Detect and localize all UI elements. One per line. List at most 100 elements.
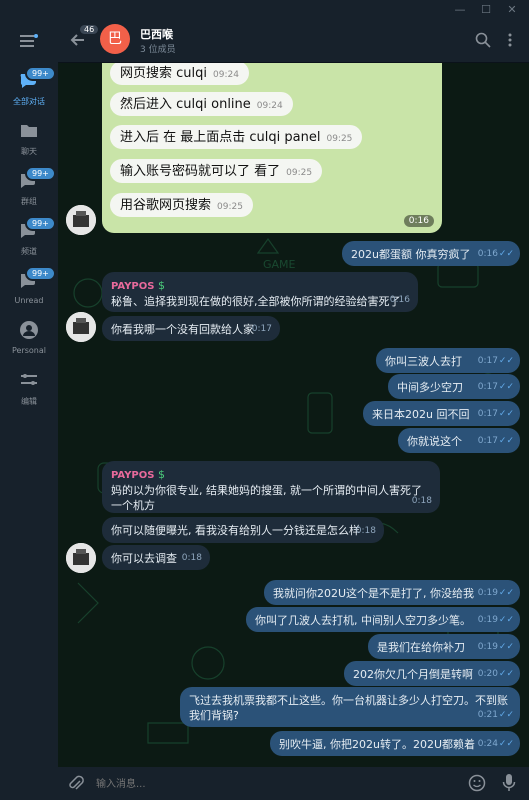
message-input[interactable] (94, 774, 458, 794)
message-text: 你就说这个 (407, 435, 462, 448)
read-check-icon: ✓✓ (498, 588, 514, 598)
message-text: 飞过去我机票我都不止这些。你一台机器让多少人打空刀。不到账我们背锅? (189, 694, 508, 722)
sidebar-item-edit[interactable]: 编辑 (0, 366, 58, 414)
sidebar-item-label: Personal (11, 346, 46, 355)
edit-icon (19, 370, 39, 390)
maximize-button[interactable]: ☐ (476, 2, 496, 18)
message-outgoing[interactable]: 202你欠几个月倒是转啊 0:20 ✓✓ (344, 661, 520, 686)
page-title[interactable]: 巴西喉 (140, 26, 173, 42)
avatar[interactable] (66, 543, 96, 573)
message-outgoing[interactable]: 你就说这个 0:17 ✓✓ (398, 428, 520, 453)
message-incoming[interactable]: PAYPOS $ 秘鲁、追择我到现在做的很好,全部被你所谓的经验给害死了 0:1… (102, 272, 418, 312)
message-time: 0:18 (355, 526, 376, 536)
message-text: 别吹牛逼, 你把202u转了。202U都赖着 (279, 738, 476, 751)
image-text-line: 网页搜索 culqi 09:24 (110, 63, 249, 85)
message-time: 0:19 (477, 642, 498, 652)
menu-icon[interactable] (20, 34, 38, 48)
message-text: 我就问你202U这个是不是打了, 你没给我 (273, 587, 475, 600)
avatar[interactable]: 巴 (100, 24, 130, 54)
message-text: 你叫了几波人去打机, 中间别人空刀多少笔。 (255, 614, 471, 627)
message-outgoing[interactable]: 中间多少空刀 0:17 ✓✓ (388, 374, 520, 399)
attach-icon[interactable] (68, 775, 84, 793)
message-sender[interactable]: PAYPOS (111, 470, 154, 481)
message-text: 你看我哪一个没有回款给人家 (111, 323, 254, 336)
folder-icon (19, 120, 39, 140)
back-icon[interactable] (70, 32, 86, 48)
message-time: 0:20 (477, 669, 498, 679)
sidebar-item-channels[interactable]: 99+ 频道 (0, 216, 58, 264)
sidebar-item-personal[interactable]: Personal (0, 316, 58, 364)
sidebar-item-label: 编辑 (21, 397, 37, 406)
message-text: 妈的以为你很专业, 结果她妈的搜蛋, 就一个所谓的中间人害死了一个机方 (111, 484, 422, 512)
message-time: 0:17 (477, 356, 498, 366)
message-incoming[interactable]: 你可以去调查 0:18 (102, 545, 210, 570)
unread-badge: 99+ (25, 216, 56, 231)
read-check-icon: ✓✓ (498, 409, 514, 419)
image-text-line: 用谷歌网页搜索 09:25 (110, 193, 253, 217)
read-check-icon: ✓✓ (498, 436, 514, 446)
sidebar-item-groups[interactable]: 99+ 群组 (0, 166, 58, 214)
message-text: 秘鲁、追择我到现在做的很好,全部被你所谓的经验给害死了 (111, 295, 401, 308)
message-sender[interactable]: PAYPOS (111, 281, 154, 292)
sidebar: 99+ 全部对话 聊天 99+ 群组 99+ 频道 99+ Unread Per… (0, 20, 58, 800)
message-input-bar (58, 767, 529, 800)
unread-badge: 99+ (25, 66, 56, 81)
more-icon[interactable] (506, 32, 514, 48)
message-outgoing[interactable]: 202u都蛋额 你真穷疯了 0:16 ✓✓ (342, 241, 520, 266)
sidebar-item-label: 聊天 (21, 147, 37, 156)
sidebar-item-label: 全部对话 (13, 97, 45, 106)
message-outgoing[interactable]: 是我们在给你补刀 0:19 ✓✓ (368, 634, 520, 659)
message-time: 0:17 (477, 382, 498, 392)
message-outgoing[interactable]: 来日本202u 回不回 0:17 ✓✓ (363, 401, 520, 426)
message-time: 0:17 (251, 324, 272, 334)
message-incoming[interactable]: 你可以随便曝光, 看我没有给别人一分钱还是怎么样 0:18 (102, 517, 384, 543)
read-check-icon: ✓✓ (498, 669, 514, 679)
emoji-icon[interactable] (468, 774, 486, 792)
close-button[interactable]: ✕ (502, 2, 522, 18)
message-text: 中间多少空刀 (397, 381, 463, 394)
message-outgoing[interactable]: 你叫三波人去打 0:17 ✓✓ (376, 348, 520, 373)
message-text: 你可以去调查 (111, 552, 177, 565)
message-outgoing[interactable]: 别吹牛逼, 你把202u转了。202U都赖着 0:24 ✓✓ (270, 731, 520, 756)
unread-badge: 99+ (25, 266, 56, 281)
image-text-line: 进入后 在 最上面点击 culqi panel 09:25 (110, 125, 363, 149)
read-check-icon: ✓✓ (498, 615, 514, 625)
microphone-icon[interactable] (502, 773, 516, 793)
read-check-icon: ✓✓ (498, 356, 514, 366)
sidebar-item-unread[interactable]: 99+ Unread (0, 266, 58, 314)
message-outgoing[interactable]: 你叫了几波人去打机, 中间别人空刀多少笔。 0:19 ✓✓ (246, 607, 520, 632)
message-time: 0:16 (389, 295, 410, 305)
read-check-icon: ✓✓ (498, 710, 514, 720)
message-outgoing[interactable]: 飞过去我机票我都不止这些。你一台机器让多少人打空刀。不到账我们背锅? 0:21 ✓… (180, 687, 520, 727)
message-time: 0:17 (477, 436, 498, 446)
message-incoming[interactable]: 你看我哪一个没有回款给人家 0:17 (102, 316, 280, 341)
sidebar-item-chats[interactable]: 聊天 (0, 116, 58, 164)
message-text: 是我们在给你补刀 (377, 641, 465, 654)
sidebar-item-label: Unread (14, 296, 44, 305)
message-time: 0:21 (477, 710, 498, 720)
message-time: 0:19 (477, 615, 498, 625)
image-message[interactable]: 网页搜索 culqi 09:24 然后进入 culqi online 09:24 进… (102, 63, 442, 233)
title-bar: — ☐ ✕ (0, 0, 529, 20)
minimize-button[interactable]: — (450, 2, 470, 18)
unread-badge: 99+ (25, 166, 56, 181)
message-time: 0:19 (477, 588, 498, 598)
image-text-line: 然后进入 culqi online 09:24 (110, 92, 293, 116)
read-check-icon: ✓✓ (498, 642, 514, 652)
chat-area[interactable]: GAME 网页搜索 culqi 09:24 然后进入 culqi online 09… (58, 63, 529, 767)
message-text: 来日本202u 回不回 (372, 408, 470, 421)
message-outgoing[interactable]: 我就问你202U这个是不是打了, 你没给我 0:19 ✓✓ (264, 580, 520, 605)
avatar[interactable] (66, 312, 96, 342)
message-text: 你叫三波人去打 (385, 355, 462, 368)
read-check-icon: ✓✓ (498, 739, 514, 749)
message-time: 0:18 (411, 496, 432, 506)
avatar[interactable] (66, 205, 96, 235)
message-incoming[interactable]: PAYPOS $ 妈的以为你很专业, 结果她妈的搜蛋, 就一个所谓的中间人害死了… (102, 461, 440, 513)
read-check-icon: ✓✓ (498, 249, 514, 259)
search-icon[interactable] (475, 32, 491, 48)
chat-header: 46 巴 巴西喉 3 位成员 (58, 20, 529, 63)
sidebar-item-all-chats[interactable]: 99+ 全部对话 (0, 66, 58, 114)
message-text: 202u都蛋额 你真穷疯了 (351, 248, 471, 261)
dollar-icon: $ (157, 279, 165, 292)
message-time: 0:16 (477, 249, 498, 259)
